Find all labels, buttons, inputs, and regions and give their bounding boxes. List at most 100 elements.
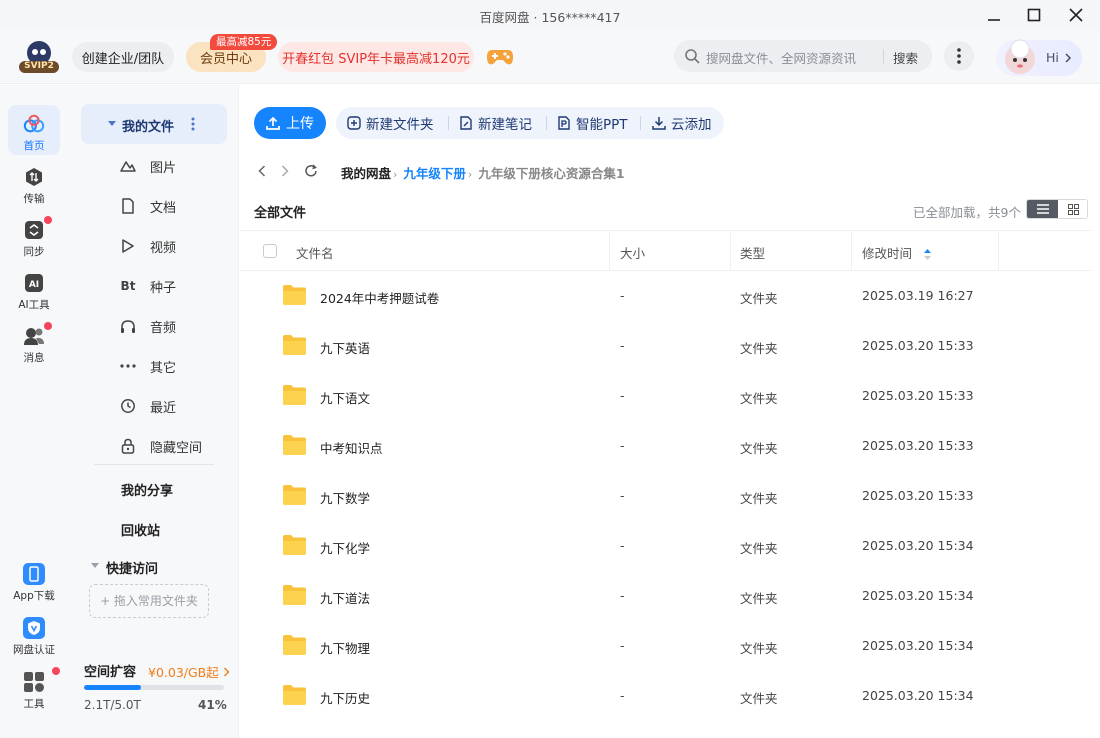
chevron-right-icon: [281, 165, 289, 177]
column-separator[interactable]: [998, 231, 999, 271]
table-row[interactable]: 九下历史 - 文件夹 2025.03.20 15:34: [240, 671, 1092, 721]
column-header-modified[interactable]: 修改时间: [862, 243, 931, 262]
image-icon: [120, 161, 136, 172]
folder-icon: [283, 635, 306, 655]
create-enterprise-button[interactable]: 创建企业/团队: [72, 42, 174, 72]
forward-button[interactable]: [277, 162, 293, 180]
column-header-type[interactable]: 类型: [740, 243, 765, 262]
column-separator[interactable]: [730, 231, 731, 271]
more-menu-button[interactable]: [944, 41, 974, 71]
rail-item-app-download[interactable]: App下载: [8, 555, 60, 605]
sidebar-item-videos[interactable]: 视频: [81, 228, 227, 264]
file-size: -: [620, 438, 625, 453]
folder-icon: [283, 285, 306, 305]
search-button[interactable]: 搜索: [893, 48, 918, 67]
rail-item-messages[interactable]: 消息: [8, 317, 60, 367]
search-input[interactable]: 搜网盘文件、全网资源资讯: [706, 48, 856, 67]
file-modified: 2025.03.19 16:27: [862, 288, 974, 303]
rail-item-transfer[interactable]: 传输: [8, 158, 60, 208]
list-view-button[interactable]: [1027, 200, 1058, 218]
more-vertical-icon[interactable]: [191, 117, 195, 131]
file-name[interactable]: 九下数学: [320, 488, 370, 507]
user-profile-button[interactable]: Hi: [996, 39, 1082, 76]
sidebar-label-videos: 视频: [150, 241, 177, 256]
table-row[interactable]: 九下语文 - 文件夹 2025.03.20 15:33: [240, 371, 1092, 421]
breadcrumb-item[interactable]: 九年级下册: [403, 166, 466, 181]
file-size: -: [620, 688, 625, 703]
rail-label-home: 首页: [23, 140, 45, 152]
file-type: 文件夹: [740, 591, 778, 606]
sidebar-item-audio[interactable]: 音频: [81, 308, 227, 344]
maximize-button[interactable]: [1020, 4, 1048, 26]
sidebar-item-recent[interactable]: 最近: [81, 388, 227, 424]
smart-ppt-button[interactable]: 智能PPT: [557, 107, 628, 139]
file-name[interactable]: 九下化学: [320, 538, 370, 557]
file-name[interactable]: 九下英语: [320, 338, 370, 357]
minimize-icon: [988, 19, 1000, 21]
rail-item-ai-tools[interactable]: AI AI工具: [8, 264, 60, 314]
back-button[interactable]: [254, 162, 270, 180]
new-folder-icon: [347, 116, 361, 130]
file-name[interactable]: 九下语文: [320, 388, 370, 407]
table-row[interactable]: 九下物理 - 文件夹 2025.03.20 15:34: [240, 621, 1092, 671]
upload-button[interactable]: 上传: [254, 107, 326, 139]
column-header-name[interactable]: 文件名: [296, 243, 334, 262]
sidebar-item-my-share[interactable]: 我的分享: [121, 480, 173, 499]
table-row[interactable]: 九下化学 - 文件夹 2025.03.20 15:34: [240, 521, 1092, 571]
column-header-size[interactable]: 大小: [620, 243, 645, 262]
new-note-button[interactable]: 新建笔记: [459, 107, 532, 139]
minimize-button[interactable]: [980, 4, 1008, 26]
rail-label-app-download: App下载: [13, 590, 55, 602]
svip-logo[interactable]: SVIP2: [16, 40, 62, 74]
file-name[interactable]: 九下物理: [320, 638, 370, 657]
quick-access-dropzone[interactable]: + 拖入常用文件夹: [89, 584, 209, 618]
promo-banner[interactable]: 开春红包 SVIP年卡最高减120元: [278, 42, 474, 72]
file-name[interactable]: 九下历史: [320, 688, 370, 707]
refresh-button[interactable]: [303, 162, 319, 180]
nav-rail: 首页 传输 同步 AI AI工具 消息 App下载 网盘认证 工具: [0, 85, 68, 738]
game-center-button[interactable]: [486, 44, 514, 72]
file-modified: 2025.03.20 15:34: [862, 638, 974, 653]
search-icon: [685, 49, 700, 64]
table-row[interactable]: 中考知识点 - 文件夹 2025.03.20 15:33: [240, 421, 1092, 471]
sidebar-item-torrents[interactable]: Bt 种子: [81, 268, 227, 304]
storage-upgrade-link[interactable]: ¥0.03/GB起: [148, 662, 230, 681]
new-folder-button[interactable]: 新建文件夹: [347, 107, 434, 139]
sidebar-item-my-files[interactable]: 我的文件: [81, 104, 227, 144]
rail-item-verify[interactable]: 网盘认证: [8, 609, 60, 659]
file-size: -: [620, 638, 625, 653]
sidebar-item-documents[interactable]: 文档: [81, 188, 227, 224]
file-name[interactable]: 中考知识点: [320, 438, 383, 457]
toolbar-separator: [546, 116, 547, 130]
table-row[interactable]: 九下道法 - 文件夹 2025.03.20 15:34: [240, 571, 1092, 621]
cloud-add-label: 云添加: [671, 117, 712, 133]
select-all-checkbox[interactable]: [263, 244, 277, 258]
upload-label: 上传: [286, 116, 314, 132]
folder-icon: [283, 485, 306, 505]
table-row[interactable]: 九下数学 - 文件夹 2025.03.20 15:33: [240, 471, 1092, 521]
sidebar-item-hidden-space[interactable]: 隐藏空间: [81, 428, 227, 464]
grid-view-button[interactable]: [1058, 200, 1087, 218]
rail-item-home[interactable]: 首页: [8, 105, 60, 155]
refresh-icon: [305, 164, 317, 177]
file-modified: 2025.03.20 15:34: [862, 588, 974, 603]
search-box[interactable]: 搜网盘文件、全网资源资讯 搜索: [674, 40, 932, 72]
caret-down-icon: [91, 563, 99, 568]
sidebar-item-other[interactable]: 其它: [81, 348, 227, 384]
table-row[interactable]: 九下英语 - 文件夹 2025.03.20 15:33: [240, 321, 1092, 371]
file-modified: 2025.03.20 15:34: [862, 538, 974, 553]
breadcrumb-arrow-icon: ›: [467, 168, 473, 181]
cloud-add-button[interactable]: 云添加: [652, 107, 712, 139]
sidebar-item-images[interactable]: 图片: [81, 148, 227, 184]
file-name[interactable]: 九下道法: [320, 588, 370, 607]
sidebar-item-recycle-bin[interactable]: 回收站: [121, 520, 160, 539]
table-row[interactable]: 2024年中考押题试卷 - 文件夹 2025.03.19 16:27: [240, 271, 1092, 321]
close-button[interactable]: [1062, 4, 1090, 26]
breadcrumb-item[interactable]: 我的网盘: [341, 166, 391, 181]
rail-item-sync[interactable]: 同步: [8, 211, 60, 261]
sidebar-divider: [94, 464, 214, 465]
file-name[interactable]: 2024年中考押题试卷: [320, 288, 439, 307]
column-separator[interactable]: [609, 231, 610, 271]
quick-access-header[interactable]: 快捷访问: [91, 558, 158, 577]
column-separator[interactable]: [851, 231, 852, 271]
